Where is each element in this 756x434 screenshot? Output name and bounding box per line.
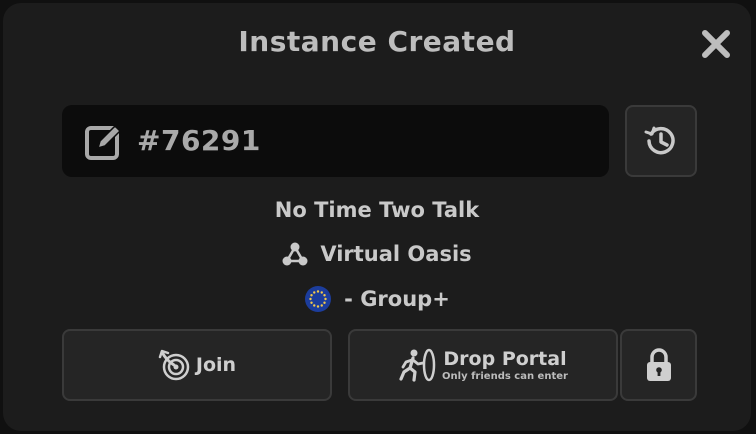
- instance-created-dialog: Instance Created #76291 No Time Two Talk…: [3, 3, 751, 431]
- dialog-title: Instance Created: [238, 25, 516, 58]
- edit-icon[interactable]: [84, 122, 124, 162]
- portal-icon: [399, 348, 436, 382]
- history-button[interactable]: [625, 105, 697, 177]
- drop-portal-text: Drop Portal Only friends can enter: [442, 348, 568, 382]
- history-icon: [644, 126, 675, 155]
- world-row: Virtual Oasis: [3, 239, 751, 269]
- join-icon: [158, 349, 190, 381]
- lock-button[interactable]: [620, 329, 697, 401]
- drop-portal-button[interactable]: Drop Portal Only friends can enter: [348, 329, 618, 401]
- close-button[interactable]: [697, 25, 735, 63]
- instance-id-text: #76291: [137, 124, 261, 157]
- join-button[interactable]: Join: [62, 329, 332, 401]
- eu-flag-icon: [305, 286, 332, 312]
- instance-id-field[interactable]: #76291: [62, 105, 609, 177]
- region-access-row: - Group+: [3, 284, 751, 314]
- drop-portal-label: Drop Portal: [443, 348, 567, 370]
- join-label: Join: [195, 354, 237, 376]
- network-icon: [282, 242, 308, 266]
- instance-name: No Time Two Talk: [274, 198, 480, 222]
- close-icon: [702, 30, 730, 58]
- world-name: Virtual Oasis: [320, 242, 472, 266]
- access-type: - Group+: [344, 287, 450, 311]
- instance-name-row: No Time Two Talk: [3, 196, 751, 224]
- lock-icon: [646, 348, 671, 381]
- drop-portal-sublabel: Only friends can enter: [442, 371, 568, 382]
